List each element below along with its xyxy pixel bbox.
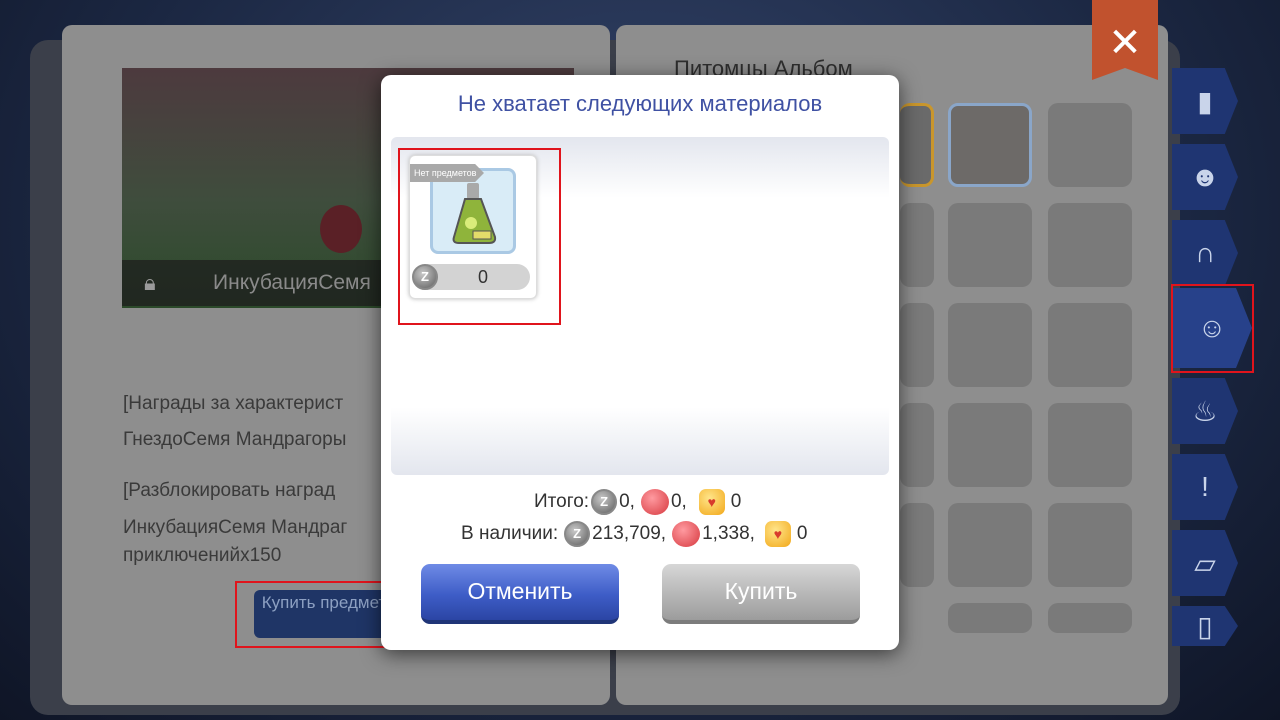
cat-coin-icon: ♥ — [764, 521, 791, 547]
total-line: Итого: Z 0, 0, ♥ 0 — [534, 489, 741, 515]
total-ruby: 0, — [670, 491, 687, 512]
mandragora-pet-figure — [320, 205, 362, 253]
tab-cat[interactable]: ∩ — [1172, 220, 1238, 286]
pet-slot[interactable] — [1048, 403, 1132, 487]
pet-slot[interactable] — [900, 303, 934, 387]
total-zeny: 0, — [619, 491, 635, 512]
highlight-buy-item-button — [235, 581, 400, 648]
buy-button[interactable]: Купить — [662, 564, 860, 624]
zeny-coin-icon: Z — [564, 521, 591, 547]
tab-cooking[interactable]: ♨ — [1172, 378, 1238, 444]
dialog-title: Не хватает следующих материалов — [457, 91, 823, 116]
available-line: В наличии: Z 213,709, 1,338, ♥ 0 — [461, 521, 808, 547]
pet-slot[interactable] — [1048, 503, 1132, 587]
tab-more[interactable]: ▯ — [1172, 606, 1238, 646]
available-cat-coin: 0 — [796, 523, 808, 544]
close-button[interactable]: ✕ — [1092, 0, 1158, 80]
pet-slot[interactable] — [948, 403, 1032, 487]
tab-album-book[interactable]: ▮ — [1172, 68, 1238, 134]
tab-map[interactable]: ▱ — [1172, 530, 1238, 596]
book-icon: ▮ — [1197, 85, 1213, 117]
unlock-rewards-text: ИнкубацияСемя Мандраг — [123, 517, 348, 538]
monster-face-icon: ☻ — [1190, 161, 1220, 192]
cancel-button[interactable]: Отменить — [421, 564, 619, 624]
highlight-material-item — [398, 148, 561, 325]
pet-slot[interactable] — [900, 503, 934, 587]
pet-slot[interactable] — [948, 203, 1032, 287]
pet-slot[interactable] — [948, 303, 1032, 387]
available-zeny: 213,709, — [592, 523, 667, 544]
total-label: Итого: — [534, 491, 590, 512]
preview-label: ИнкубацияСемя — [213, 271, 371, 294]
map-icon: ▱ — [1194, 547, 1216, 579]
ruby-coin-icon — [640, 489, 669, 515]
ruby-coin-icon — [672, 521, 701, 547]
scroll-icon: ▯ — [1197, 610, 1213, 642]
available-ruby: 1,338, — [702, 523, 755, 544]
pet-slot[interactable] — [948, 503, 1032, 587]
pet-slot[interactable] — [1048, 203, 1132, 287]
lock-icon: 🔒︎ — [144, 270, 156, 295]
rewards-stats-heading: [Награды за характерист — [123, 393, 344, 414]
pet-slot[interactable] — [900, 103, 934, 187]
highlight-pets-tab — [1171, 284, 1254, 373]
pet-slot[interactable] — [1048, 303, 1132, 387]
rewards-stats-text: ГнездоСемя Мандрагоры — [123, 429, 347, 450]
close-icon: ✕ — [1108, 21, 1142, 65]
pet-slot[interactable] — [948, 103, 1032, 187]
zeny-coin-icon: Z — [591, 489, 618, 515]
pet-slot[interactable] — [900, 203, 934, 287]
unlock-rewards-count: приключенийх150 — [123, 545, 282, 566]
unlock-rewards-heading: [Разблокировать наград — [123, 480, 336, 501]
total-cat-coin: 0 — [730, 491, 742, 512]
pet-slot[interactable] — [900, 403, 934, 487]
cat-coin-icon: ♥ — [698, 489, 725, 515]
chef-hat-icon: ♨ — [1192, 395, 1218, 427]
person-alert-icon: ! — [1201, 471, 1209, 502]
available-label: В наличии: — [461, 523, 559, 544]
pet-slot[interactable] — [948, 603, 1032, 633]
pet-slot[interactable] — [1048, 103, 1132, 187]
cat-ears-icon: ∩ — [1194, 237, 1216, 268]
tab-monster[interactable]: ☻ — [1172, 144, 1238, 210]
tab-adventure[interactable]: ! — [1172, 454, 1238, 520]
pet-slot[interactable] — [1048, 603, 1132, 633]
